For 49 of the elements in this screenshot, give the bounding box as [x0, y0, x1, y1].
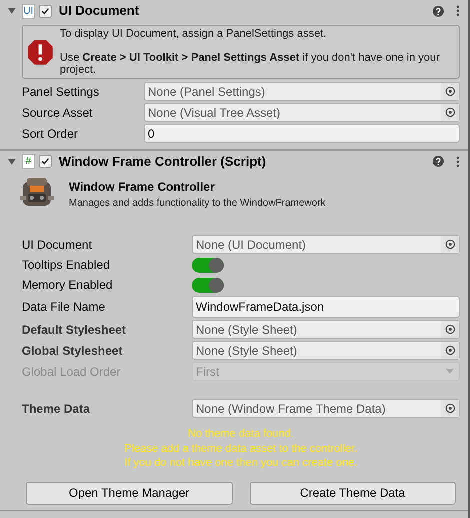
- field-label: Source Asset: [22, 104, 94, 122]
- component-title: Window Frame Controller (Script): [59, 152, 268, 171]
- help-icon[interactable]: [433, 6, 444, 16]
- warning-text: No theme data found.: [188, 427, 294, 442]
- field-label: Global Load Order: [22, 364, 122, 380]
- field-label: Memory Enabled: [22, 277, 114, 294]
- object-field[interactable]: None (UI Document): [192, 235, 460, 254]
- help-text: To display UI Document, assign a PanelSettings asset.: [60, 28, 328, 40]
- enabled-checkbox[interactable]: [39, 4, 52, 18]
- object-field[interactable]: None (Style Sheet): [192, 320, 460, 339]
- object-field[interactable]: None (Style Sheet): [192, 341, 460, 360]
- enabled-checkbox[interactable]: [39, 155, 52, 168]
- more-options-icon[interactable]: [456, 156, 460, 168]
- object-picker-icon[interactable]: [441, 83, 459, 100]
- help-icon[interactable]: [433, 156, 444, 167]
- foldout-arrow-icon[interactable]: [8, 7, 18, 15]
- field-label: Sort Order: [22, 126, 80, 142]
- object-field[interactable]: None (Panel Settings): [144, 82, 460, 101]
- object-picker-icon[interactable]: [441, 236, 459, 253]
- object-picker-icon[interactable]: [441, 104, 459, 121]
- warning-text: If you do not have one then you can create one.: [124, 456, 358, 470]
- field-label: Panel Settings: [22, 84, 100, 100]
- toggle-switch[interactable]: [192, 258, 224, 272]
- object-picker-icon[interactable]: [441, 342, 459, 359]
- foldout-arrow-icon[interactable]: [8, 158, 18, 166]
- field-label: Tooltips Enabled: [22, 257, 112, 274]
- field-label: Data File Name: [22, 299, 106, 316]
- help-text: Use Create > UI Toolkit > Panel Settings Asset if you don't have one in your project.: [60, 52, 441, 76]
- object-field[interactable]: None (Visual Tree Asset): [144, 103, 460, 122]
- field-label: UI Document: [22, 236, 94, 254]
- ui-document-icon: UI: [22, 4, 35, 18]
- object-picker-icon[interactable]: [441, 321, 459, 338]
- script-icon: #: [22, 154, 35, 169]
- action-button[interactable]: Open Theme Manager: [26, 482, 232, 504]
- field-label: Theme Data: [22, 400, 92, 418]
- field-label: Default Stylesheet: [22, 322, 128, 338]
- toggle-switch[interactable]: [192, 278, 224, 292]
- script-title: Window Frame Controller: [69, 178, 216, 196]
- script-description: Manages and adds functionality to the WindowFramework: [69, 196, 326, 210]
- warning-text: Please add a theme data asset to the controller.: [124, 442, 358, 456]
- error-icon: [27, 39, 54, 66]
- object-field[interactable]: None (Window Frame Theme Data): [192, 399, 460, 418]
- object-picker-icon[interactable]: [441, 400, 459, 417]
- text-field[interactable]: 0: [144, 124, 460, 143]
- action-button[interactable]: Create Theme Data: [250, 482, 456, 504]
- component-title: UI Document: [59, 2, 140, 20]
- field-label: Global Stylesheet: [22, 342, 124, 360]
- text-field[interactable]: WindowFrameData.json: [192, 296, 460, 318]
- more-options-icon[interactable]: [456, 5, 460, 17]
